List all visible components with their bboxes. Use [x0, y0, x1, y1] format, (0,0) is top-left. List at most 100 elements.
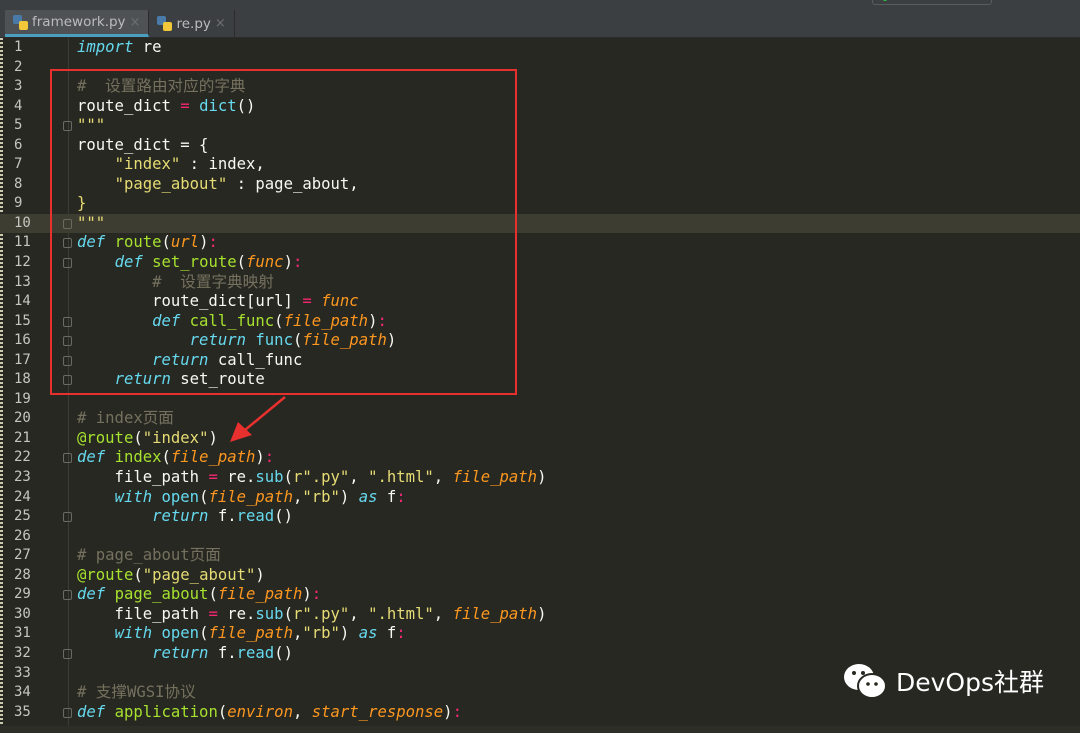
line-number: 6: [14, 136, 23, 153]
code-line[interactable]: 28 @route("page_about"): [0, 566, 1080, 586]
code-line[interactable]: 1 import re: [0, 38, 1080, 58]
code-line[interactable]: 24 with open(file_path,"rb") as f:: [0, 488, 1080, 508]
code-token: re.: [217, 468, 256, 487]
code-token: sub: [255, 604, 284, 623]
close-icon[interactable]: ×: [130, 15, 141, 30]
code-token: return: [152, 643, 209, 662]
code-token: file_path: [77, 468, 209, 487]
watermark: DevOps社群: [842, 662, 1044, 700]
code-token: return: [152, 507, 209, 526]
line-number: 34: [14, 684, 31, 701]
code-token: # index页面: [77, 409, 174, 428]
line-number: 9: [14, 195, 23, 212]
code-line[interactable]: 27 # page_about页面: [0, 546, 1080, 566]
code-token: application: [114, 702, 218, 721]
code-text: @route("page_about"): [77, 566, 265, 586]
code-token: start_response: [311, 702, 444, 721]
line-number: 32: [14, 644, 31, 661]
code-token: (): [274, 507, 293, 526]
code-line[interactable]: 32 return f.read(): [0, 644, 1080, 664]
code-token: "rb": [302, 624, 340, 643]
code-line[interactable]: 29 def page_about(file_path):: [0, 585, 1080, 605]
code-token: =: [208, 468, 218, 487]
code-token: ".html": [368, 604, 434, 623]
code-token: # page_about页面: [77, 546, 221, 565]
code-text: # 支撑WGSI协议: [77, 683, 196, 703]
line-number: 19: [14, 390, 31, 407]
code-token: ): [339, 624, 359, 643]
fold-icon[interactable]: [63, 707, 72, 718]
code-token: environ: [227, 702, 293, 721]
code-text: with open(file_path,"rb") as f:: [77, 624, 406, 644]
code-text: @route("index"): [77, 429, 218, 449]
fold-icon[interactable]: [63, 648, 72, 659]
code-token: import: [77, 38, 134, 56]
code-line[interactable]: 30 file_path = re.sub(r".py", ".html", f…: [0, 605, 1080, 625]
code-line[interactable]: 23 file_path = re.sub(r".py", ".html", f…: [0, 468, 1080, 488]
line-number: 1: [14, 39, 23, 55]
code-text: file_path = re.sub(r".py", ".html", file…: [77, 468, 547, 488]
tab-label: framework.py: [32, 14, 126, 30]
code-token: index: [114, 448, 162, 467]
code-text: def page_about(file_path):: [77, 585, 321, 605]
code-token: open: [161, 487, 200, 506]
line-number: 29: [14, 586, 31, 603]
code-line[interactable]: 26: [0, 527, 1080, 547]
code-token: (: [133, 565, 143, 584]
fold-icon[interactable]: [63, 512, 72, 523]
code-token: r".py": [292, 604, 350, 623]
line-number: 17: [14, 351, 31, 368]
code-token: "index": [142, 428, 209, 447]
code-token: re.: [217, 604, 256, 623]
line-number: 13: [14, 273, 31, 290]
line-number: 27: [14, 547, 31, 564]
fold-icon[interactable]: [63, 590, 72, 601]
code-token: f: [377, 624, 397, 643]
code-line[interactable]: 21 @route("index"): [0, 429, 1080, 449]
code-token: def: [77, 448, 106, 467]
code-token: file_path: [452, 468, 538, 487]
partially-visible-line: [0, 726, 1080, 733]
code-token: ): [302, 585, 312, 604]
code-token: with: [114, 487, 153, 506]
close-icon[interactable]: ×: [215, 16, 226, 31]
tab-framework-py[interactable]: framework.py ×: [5, 10, 150, 37]
code-token: ,: [292, 702, 312, 721]
line-number: 5: [14, 117, 23, 134]
watermark-text: DevOps社群: [896, 668, 1044, 697]
tab-re-py[interactable]: re.py ×: [149, 10, 235, 37]
code-token: f: [377, 487, 397, 506]
code-token: ): [255, 565, 265, 584]
fold-icon[interactable]: [63, 453, 72, 464]
code-line[interactable]: 25 return f.read(): [0, 507, 1080, 527]
code-token: read: [236, 643, 275, 662]
code-token: (: [283, 468, 293, 487]
code-line[interactable]: 20 # index页面: [0, 409, 1080, 429]
code-token: ): [255, 448, 265, 467]
code-token: :: [396, 487, 406, 506]
line-number: 31: [14, 625, 31, 642]
code-token: ".html": [368, 468, 434, 487]
line-number: 7: [14, 156, 23, 173]
line-number: 30: [14, 605, 31, 622]
code-token: (: [283, 604, 293, 623]
code-token: open: [161, 624, 200, 643]
code-token: f.: [208, 643, 237, 662]
code-text: # index页面: [77, 409, 174, 429]
wechat-icon: [844, 664, 887, 699]
code-token: ,: [349, 604, 369, 623]
window-top-strip: [0, 0, 1080, 10]
line-number: 21: [14, 429, 31, 446]
code-line[interactable]: 31 with open(file_path,"rb") as f:: [0, 624, 1080, 644]
code-text: file_path = re.sub(r".py", ".html", file…: [77, 604, 547, 625]
code-token: ,: [433, 604, 453, 623]
code-token: @route: [77, 565, 134, 584]
code-line[interactable]: 22 def index(file_path):: [0, 448, 1080, 468]
line-number: 15: [14, 312, 31, 329]
code-line[interactable]: 35 def application(environ, start_respons…: [0, 703, 1080, 723]
code-token: :: [396, 624, 406, 643]
